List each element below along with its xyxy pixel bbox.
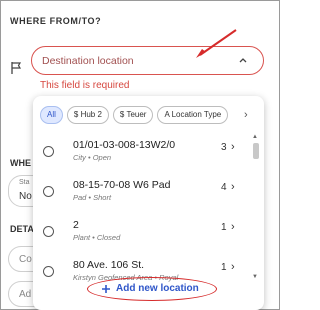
scrollbar[interactable]: ▲ ▼ xyxy=(252,134,260,284)
chevron-right-icon[interactable]: › xyxy=(231,141,235,153)
destination-placeholder: Destination location xyxy=(42,54,134,67)
scroll-down-arrow-icon[interactable]: ▼ xyxy=(252,274,258,280)
location-meta: Plant • Closed xyxy=(73,233,121,242)
location-count: 3 xyxy=(221,142,227,153)
scroll-thumb[interactable] xyxy=(253,143,259,159)
flag-icon xyxy=(11,62,22,74)
location-count: 1 xyxy=(221,262,227,273)
filter-chips: All $ Hub 2 $ Teuer A Location Type xyxy=(40,106,229,124)
filter-chip-location-type[interactable]: A Location Type xyxy=(157,106,229,124)
chevron-right-icon[interactable]: › xyxy=(231,221,235,233)
bg-value-fragment: No xyxy=(19,191,32,202)
chevron-up-icon[interactable] xyxy=(239,56,247,64)
location-name: 2 xyxy=(73,219,79,231)
bg-field-fragment-2: Ad xyxy=(19,289,32,300)
location-dropdown: All $ Hub 2 $ Teuer A Location Type › 01… xyxy=(33,96,264,310)
filter-chip-teuer[interactable]: $ Teuer xyxy=(112,106,154,124)
chevron-right-icon[interactable]: › xyxy=(231,181,235,193)
add-new-location-button[interactable]: Add new location xyxy=(101,283,199,294)
filter-chip-all[interactable]: All xyxy=(40,106,63,124)
bg-field-fragment: Co xyxy=(19,254,32,265)
bg-label-fragment: Sta xyxy=(19,179,30,186)
radio-button[interactable] xyxy=(43,226,54,237)
location-list: 01/01-03-008-13W2/0 City • Open 3 › 08-1… xyxy=(33,134,264,294)
radio-button[interactable] xyxy=(43,266,54,277)
location-meta: Pad • Short xyxy=(73,193,112,202)
filter-chip-hub[interactable]: $ Hub 2 xyxy=(66,106,109,124)
annotation-arrow-icon xyxy=(196,29,237,58)
scroll-up-arrow-icon[interactable]: ▲ xyxy=(252,134,258,140)
list-item[interactable]: 01/01-03-008-13W2/0 City • Open 3 › xyxy=(33,134,264,174)
add-new-location-label: Add new location xyxy=(116,283,199,294)
location-meta: City • Open xyxy=(73,153,112,162)
section-title: WHERE FROM/TO? xyxy=(10,16,102,26)
location-name: 08-15-70-08 W6 Pad xyxy=(73,179,171,191)
bg-heading-fragment-2: DETA xyxy=(10,224,34,234)
location-count: 1 xyxy=(221,222,227,233)
chevron-right-icon[interactable]: › xyxy=(231,261,235,273)
location-name: 80 Ave. 106 St. xyxy=(73,259,145,271)
plus-icon xyxy=(102,284,110,293)
error-message: This field is required xyxy=(40,80,130,91)
location-count: 4 xyxy=(221,182,227,193)
radio-button[interactable] xyxy=(43,146,54,157)
bg-heading-fragment: WHE xyxy=(10,158,31,168)
list-item[interactable]: 08-15-70-08 W6 Pad Pad • Short 4 › xyxy=(33,174,264,214)
location-name: 01/01-03-008-13W2/0 xyxy=(73,139,176,151)
list-item[interactable]: 2 Plant • Closed 1 › xyxy=(33,214,264,254)
chevron-right-icon[interactable]: › xyxy=(244,109,248,121)
radio-button[interactable] xyxy=(43,186,54,197)
